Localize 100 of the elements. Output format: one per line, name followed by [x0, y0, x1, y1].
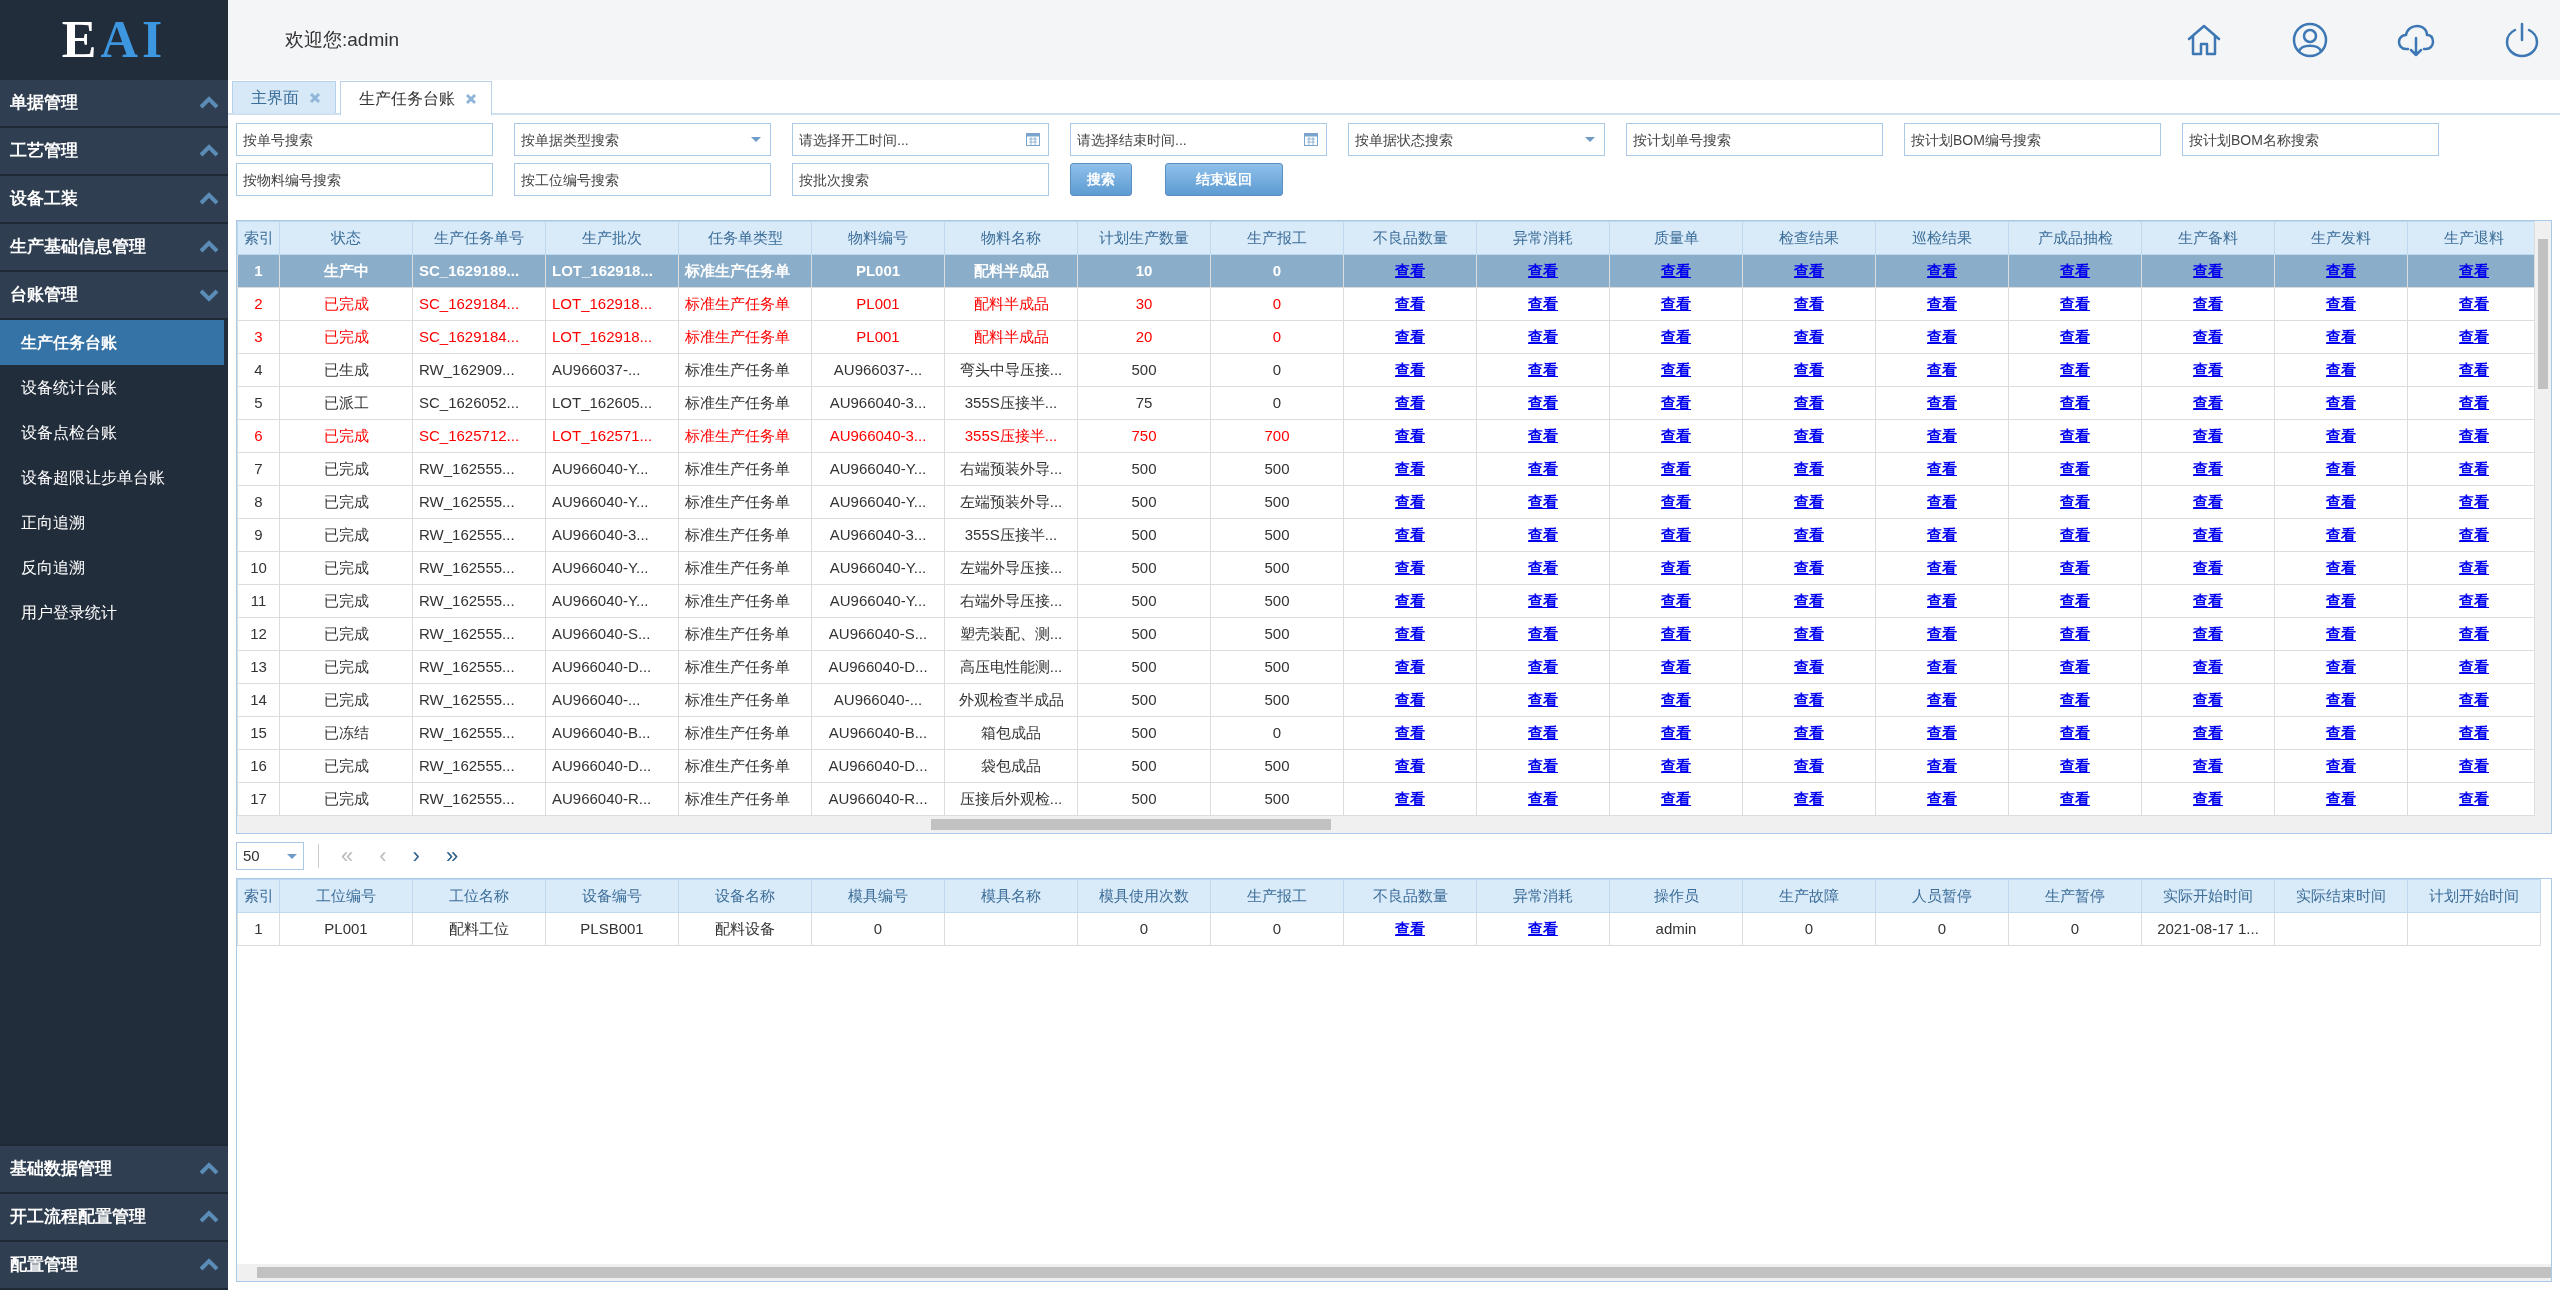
sidebar-item[interactable]: 反向追溯: [0, 545, 228, 590]
column-header[interactable]: 人员暂停: [1875, 879, 2009, 913]
view-link[interactable]: 查看: [2060, 591, 2090, 609]
column-header[interactable]: 状态: [279, 221, 413, 255]
column-header[interactable]: 生产退料: [2407, 221, 2534, 255]
column-header[interactable]: 物料名称: [944, 221, 1078, 255]
view-link[interactable]: 查看: [1794, 723, 1824, 741]
view-link[interactable]: 查看: [1794, 459, 1824, 477]
view-link[interactable]: 查看: [2326, 360, 2356, 378]
table-row[interactable]: 4 已生成 RW_162909... AU966037-... 标准生产任务单 AU966037-... 弯头中导压接... 500 0 查看 查看 查看 查看 查看 查看 查看 查看 查看: [237, 353, 2534, 387]
view-link[interactable]: 查看: [2193, 558, 2223, 576]
view-link[interactable]: 查看: [2193, 657, 2223, 675]
view-link[interactable]: 查看: [1528, 558, 1558, 576]
table-row[interactable]: 15 已冻结 RW_162555... AU966040-B... 标准生产任务单 AU966040-B... 箱包成品 500 0 查看 查看 查看 查看 查看 查看 查看 查看 查看: [237, 716, 2534, 750]
view-link[interactable]: 查看: [1794, 690, 1824, 708]
view-link[interactable]: 查看: [2326, 591, 2356, 609]
table-row[interactable]: 1 生产中 SC_1629189... LOT_162918... 标准生产任务单 PL001 配料半成品 10 0 查看 查看 查看 查看 查看 查看 查看 查看 查看: [237, 254, 2534, 288]
sidebar-item[interactable]: 正向追溯: [0, 500, 228, 545]
view-link[interactable]: 查看: [1661, 723, 1691, 741]
view-link[interactable]: 查看: [2326, 426, 2356, 444]
view-link[interactable]: 查看: [1661, 558, 1691, 576]
view-link[interactable]: 查看: [1794, 294, 1824, 312]
view-link[interactable]: 查看: [2060, 426, 2090, 444]
view-link[interactable]: 查看: [1794, 492, 1824, 510]
input-field[interactable]: 按计划BOM编号搜索: [1904, 123, 2161, 156]
view-link[interactable]: 查看: [2459, 789, 2489, 807]
column-header[interactable]: 巡检结果: [1875, 221, 2009, 255]
view-link[interactable]: 查看: [1927, 261, 1957, 279]
view-link[interactable]: 查看: [2459, 294, 2489, 312]
table-row[interactable]: 9 已完成 RW_162555... AU966040-3... 标准生产任务单 AU966040-3... 355S压接半... 500 500 查看 查看 查看 查看 查看 查看 查看 查看 查看: [237, 518, 2534, 552]
view-link[interactable]: 查看: [2326, 756, 2356, 774]
column-header[interactable]: 索引: [237, 221, 280, 255]
column-header[interactable]: 实际结束时间: [2274, 879, 2408, 913]
table-row[interactable]: 10 已完成 RW_162555... AU966040-Y... 标准生产任务单 AU966040-Y... 左端外导压接... 500 500 查看 查看 查看 查看 查看 查看 查看 查看 查看: [237, 551, 2534, 585]
view-link[interactable]: 查看: [1927, 690, 1957, 708]
view-link[interactable]: 查看: [1927, 789, 1957, 807]
view-link[interactable]: 查看: [2326, 393, 2356, 411]
view-link[interactable]: 查看: [1927, 327, 1957, 345]
view-link[interactable]: 查看: [2193, 393, 2223, 411]
horizontal-scrollbar[interactable]: [237, 1264, 2551, 1281]
view-link[interactable]: 查看: [1661, 261, 1691, 279]
view-link[interactable]: 查看: [2459, 558, 2489, 576]
view-link[interactable]: 查看: [1661, 327, 1691, 345]
view-link[interactable]: 查看: [1528, 657, 1558, 675]
view-link[interactable]: 查看: [2459, 591, 2489, 609]
column-header[interactable]: 模具使用次数: [1077, 879, 1211, 913]
column-header[interactable]: 生产报工: [1210, 221, 1344, 255]
sidebar-group-header[interactable]: 配置管理: [0, 1242, 228, 1290]
view-link[interactable]: 查看: [1927, 591, 1957, 609]
view-link[interactable]: 查看: [1794, 756, 1824, 774]
column-header[interactable]: 计划生产数量: [1077, 221, 1211, 255]
view-link[interactable]: 查看: [2193, 756, 2223, 774]
view-link[interactable]: 查看: [2060, 789, 2090, 807]
view-link[interactable]: 查看: [1661, 525, 1691, 543]
column-header[interactable]: 计划开始时间: [2407, 879, 2541, 913]
view-link[interactable]: 查看: [1528, 624, 1558, 642]
view-link[interactable]: 查看: [1528, 393, 1558, 411]
input-field[interactable]: 按物料编号搜索: [236, 163, 493, 196]
view-link[interactable]: 查看: [1794, 591, 1824, 609]
view-link[interactable]: 查看: [1927, 624, 1957, 642]
table-row[interactable]: 8 已完成 RW_162555... AU966040-Y... 标准生产任务单 AU966040-Y... 左端预装外导... 500 500 查看 查看 查看 查看 查看 查看 查看 查看 查看: [237, 485, 2534, 519]
view-link[interactable]: 查看: [2459, 723, 2489, 741]
column-header[interactable]: 产成品抽检: [2008, 221, 2142, 255]
view-link[interactable]: 查看: [1794, 261, 1824, 279]
view-link[interactable]: 查看: [1395, 360, 1425, 378]
column-header[interactable]: 不良品数量: [1343, 879, 1477, 913]
date-field[interactable]: 请选择开工时间...: [792, 123, 1049, 156]
view-link[interactable]: 查看: [1927, 459, 1957, 477]
view-link[interactable]: 查看: [1661, 591, 1691, 609]
page-size-select[interactable]: 50: [236, 842, 304, 870]
view-link[interactable]: 查看: [1661, 459, 1691, 477]
table-row[interactable]: 5 已派工 SC_1626052... LOT_162605... 标准生产任务单 AU966040-3... 355S压接半... 75 0 查看 查看 查看 查看 查看 查看 查看 查看 查看: [237, 386, 2534, 420]
view-link[interactable]: 查看: [1395, 525, 1425, 543]
view-link[interactable]: 查看: [1661, 426, 1691, 444]
view-link[interactable]: 查看: [1661, 690, 1691, 708]
column-header[interactable]: 生产任务单号: [412, 221, 546, 255]
view-link[interactable]: 查看: [1794, 393, 1824, 411]
view-link[interactable]: 查看: [1927, 756, 1957, 774]
sidebar-group-header[interactable]: 工艺管理: [0, 128, 228, 176]
view-link[interactable]: 查看: [2326, 723, 2356, 741]
table-row[interactable]: 2 已完成 SC_1629184... LOT_162918... 标准生产任务单 PL001 配料半成品 30 0 查看 查看 查看 查看 查看 查看 查看 查看 查看: [237, 287, 2534, 321]
input-field[interactable]: 按计划单号搜索: [1626, 123, 1883, 156]
view-link[interactable]: 查看: [1661, 360, 1691, 378]
view-link[interactable]: 查看: [1528, 492, 1558, 510]
view-link[interactable]: 查看: [2060, 393, 2090, 411]
user-icon[interactable]: [2290, 20, 2330, 60]
view-link[interactable]: 查看: [1528, 261, 1558, 279]
view-link[interactable]: 查看: [2326, 657, 2356, 675]
view-link[interactable]: 查看: [1661, 789, 1691, 807]
view-link[interactable]: 查看: [2459, 426, 2489, 444]
view-link[interactable]: 查看: [2060, 360, 2090, 378]
view-link[interactable]: 查看: [1395, 261, 1425, 279]
view-link[interactable]: 查看: [1661, 294, 1691, 312]
sidebar-group-header[interactable]: 台账管理: [0, 272, 228, 320]
column-header[interactable]: 物料编号: [811, 221, 945, 255]
view-link[interactable]: 查看: [1528, 360, 1558, 378]
view-link[interactable]: 查看: [2326, 789, 2356, 807]
pager-button[interactable]: ›: [404, 845, 428, 867]
sidebar-item[interactable]: 设备统计台账: [0, 365, 228, 410]
view-link[interactable]: 查看: [2459, 360, 2489, 378]
